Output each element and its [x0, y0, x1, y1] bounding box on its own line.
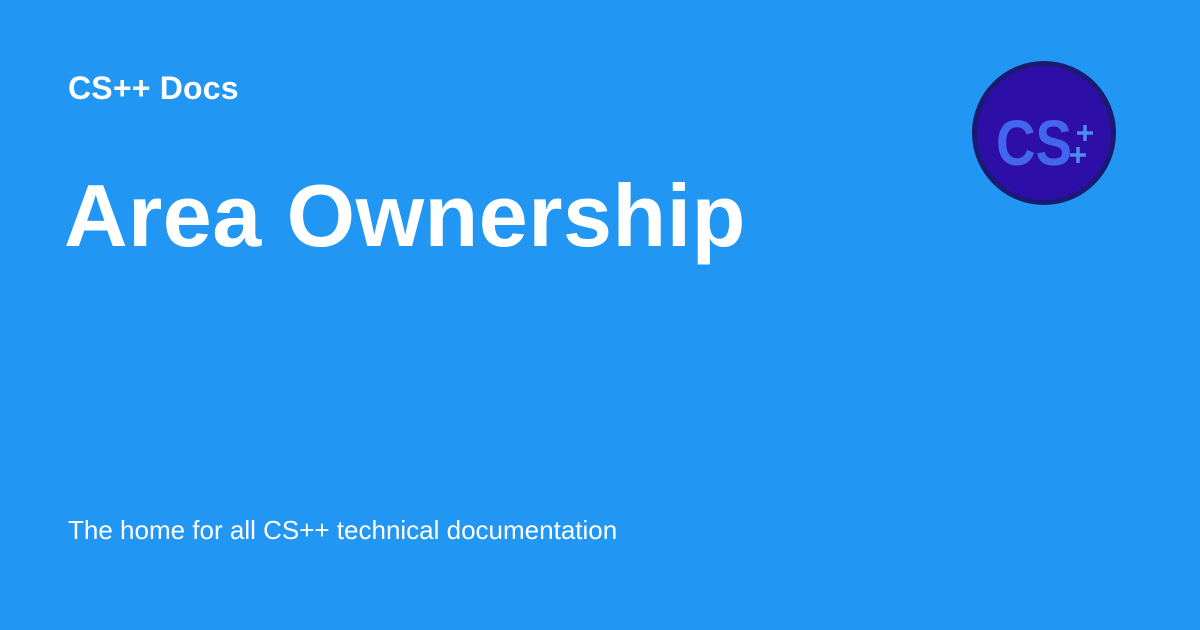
- logo-letters: CS: [996, 107, 1072, 179]
- site-tagline: The home for all CS++ technical document…: [68, 515, 618, 545]
- cs-plus-plus-logo-icon: CS: [972, 61, 1116, 205]
- page-title: Area Ownership: [64, 166, 746, 265]
- site-name: CS++ Docs: [68, 70, 239, 106]
